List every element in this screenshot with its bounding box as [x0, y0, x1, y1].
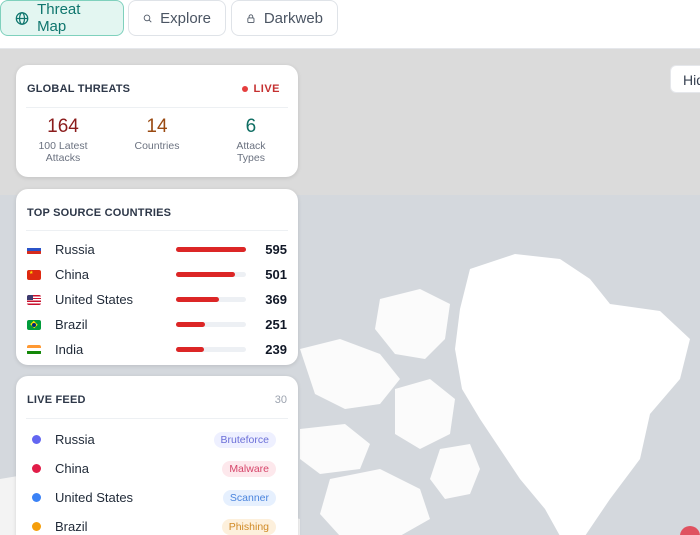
country-count: 501	[265, 267, 287, 282]
country-count: 251	[265, 317, 287, 332]
status-dot-icon	[32, 435, 41, 444]
feed-count: 30	[274, 394, 287, 406]
brazil-flag-icon	[27, 319, 41, 330]
russia-flag-icon	[27, 244, 41, 255]
feed-item[interactable]: Russia Bruteforce	[16, 425, 298, 454]
tab-explore[interactable]: Explore	[128, 0, 226, 36]
stat-label: Countries	[134, 140, 180, 152]
stat-value: 164	[47, 116, 79, 137]
stat-value: 14	[146, 116, 168, 137]
count-bar-fill	[176, 247, 246, 252]
hide-panels-button[interactable]: Hid	[670, 65, 700, 93]
search-icon	[143, 14, 152, 23]
usa-flag-icon	[27, 294, 41, 305]
feed-country: China	[55, 461, 89, 476]
country-count: 595	[265, 242, 287, 257]
tab-threat-map[interactable]: Threat Map	[0, 0, 124, 36]
stat-value: 6	[245, 116, 257, 137]
attack-type-badge: Bruteforce	[213, 431, 276, 448]
tab-label: Explore	[160, 9, 211, 27]
india-flag-icon	[27, 344, 41, 355]
country-count: 239	[265, 342, 287, 357]
live-feed-card: LIVE FEED 30 Russia Bruteforce China Malwar…	[16, 376, 298, 535]
feed-country: Brazil	[55, 519, 88, 534]
count-bar-fill	[176, 297, 220, 302]
country-row[interactable]: United States 369	[16, 287, 298, 312]
lock-icon	[247, 13, 255, 23]
status-dot-icon	[32, 464, 41, 473]
status-dot-icon	[32, 522, 41, 531]
stat-label: 100 Latest Attacks	[38, 140, 88, 164]
feed-country: United States	[55, 490, 134, 505]
feed-item[interactable]: United States Scanner	[16, 483, 298, 512]
count-bar	[176, 247, 246, 252]
stat-attack-types: 6 Attack Types	[204, 116, 298, 164]
stat-countries: 14 Countries	[110, 116, 204, 164]
count-bar-fill	[176, 347, 204, 352]
count-bar-fill	[176, 272, 235, 277]
country-row[interactable]: ★ China 501	[16, 262, 298, 287]
attack-type-badge: Malware	[222, 460, 276, 477]
count-bar	[176, 322, 246, 327]
count-bar	[176, 347, 246, 352]
global-threats-card: GLOBAL THREATS LIVE 164 100 Latest Attac…	[16, 65, 298, 177]
china-flag-icon: ★	[27, 269, 41, 280]
country-name: United States	[55, 292, 134, 307]
count-bar	[176, 297, 246, 302]
card-title: LIVE FEED	[27, 394, 86, 406]
count-bar-fill	[176, 322, 206, 327]
country-count: 369	[265, 292, 287, 307]
card-title: GLOBAL THREATS	[27, 83, 131, 95]
tab-label: Threat Map	[37, 1, 81, 35]
tab-label: Darkweb	[263, 9, 323, 27]
hide-label: Hid	[683, 72, 700, 88]
top-nav: Threat Map Explore Darkweb	[0, 0, 700, 48]
country-row[interactable]: Brazil 251	[16, 312, 298, 337]
status-dot-icon	[32, 493, 41, 502]
country-row[interactable]: India 239	[16, 337, 298, 362]
count-bar	[176, 272, 246, 277]
country-name: Russia	[55, 242, 95, 257]
stat-label: Attack Types	[236, 140, 266, 164]
top-source-countries-card: TOP SOURCE COUNTRIES Russia 595 ★ China 501 U…	[16, 189, 298, 365]
live-label: LIVE	[253, 83, 280, 95]
live-dot-icon	[241, 86, 248, 92]
tab-darkweb[interactable]: Darkweb	[231, 0, 338, 36]
globe-icon	[15, 11, 29, 25]
feed-item[interactable]: China Malware	[16, 454, 298, 483]
attack-type-badge: Phishing	[221, 518, 276, 535]
card-title: TOP SOURCE COUNTRIES	[27, 207, 172, 219]
attack-type-badge: Scanner	[222, 489, 276, 506]
country-row[interactable]: Russia 595	[16, 237, 298, 262]
stat-attacks: 164 100 Latest Attacks	[16, 116, 110, 164]
feed-country: Russia	[55, 432, 95, 447]
country-name: India	[55, 342, 84, 357]
feed-item[interactable]: Brazil Phishing	[16, 512, 298, 535]
live-indicator: LIVE	[241, 83, 280, 95]
country-name: Brazil	[55, 317, 88, 332]
country-name: China	[55, 267, 89, 282]
